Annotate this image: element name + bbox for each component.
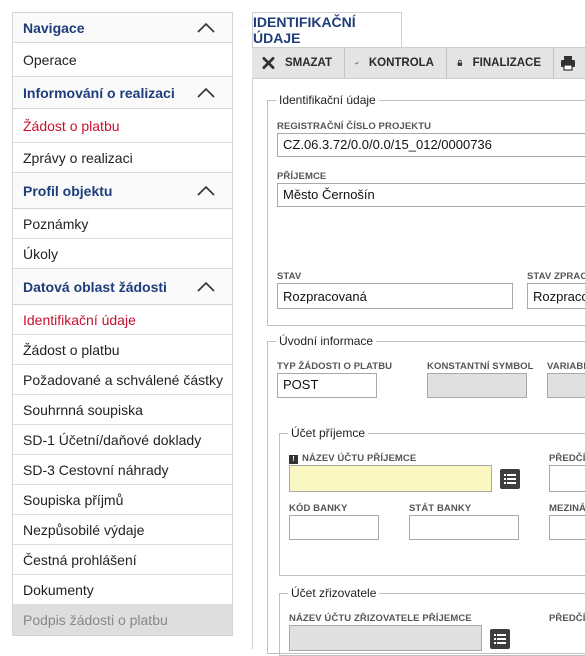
payment-type-label: TYP ŽÁDOSTI O PLATBU <box>277 361 393 372</box>
prefix-label: PŘEDČÍS <box>549 453 585 464</box>
sidebar-section-informovani[interactable]: Informování o realizaci <box>13 77 232 109</box>
checkmark-icon <box>355 61 359 65</box>
required-icon: ! <box>289 455 298 464</box>
sidebar-item-label: Úkoly <box>23 245 59 262</box>
sidebar-item-label: Zprávy o realizaci <box>23 149 133 166</box>
sidebar-item-label: Podpis žádosti o platbu <box>23 612 168 628</box>
international-field[interactable] <box>549 515 585 540</box>
sidebar-item-podpis-zadosti: Podpis žádosti o platbu <box>13 605 232 635</box>
variable-symbol-label: VARIABI <box>547 361 585 372</box>
list-picker-button[interactable] <box>490 629 510 649</box>
tab-label: IDENTIFIKAČNÍ ÚDAJE <box>253 14 356 46</box>
check-button-label: KONTROLA <box>368 57 434 69</box>
registration-number-label: REGISTRAČNÍ ČÍSLO PROJEKTU <box>277 121 432 132</box>
tab-identifikacni-udaje[interactable]: IDENTIFIKAČNÍ ÚDAJE <box>252 12 402 47</box>
founder-account-name-label: NÁZEV ÚČTU ZŘIZOVATELE PŘÍJEMCE <box>289 613 472 624</box>
variable-symbol-field[interactable] <box>547 373 585 398</box>
group-legend: Identifikační údaje <box>279 93 376 107</box>
sidebar-item-souhrnna-soupiska[interactable]: Souhrnná soupiska <box>13 395 232 425</box>
registration-number-field[interactable]: CZ.06.3.72/0.0/0.0/15_012/0000736 <box>277 133 585 157</box>
sidebar-section-title: Profil objektu <box>23 182 113 199</box>
sidebar-item-label: SD-1 Účetní/daňové doklady <box>23 431 202 448</box>
group-legend: Účet zřizovatele <box>291 586 377 600</box>
payment-type-field[interactable]: POST <box>277 373 377 398</box>
sidebar-item-poznamky[interactable]: Poznámky <box>13 209 232 239</box>
bank-code-field[interactable] <box>289 515 379 540</box>
sidebar-item-zpravy-o-realizaci[interactable]: Zprávy o realizaci <box>13 143 232 173</box>
check-button[interactable]: KONTROLA <box>345 48 447 78</box>
sidebar-item-soupiska-prijmu[interactable]: Soupiska příjmů <box>13 485 232 515</box>
sidebar-item-dokumenty[interactable]: Dokumenty <box>13 575 232 605</box>
bank-code-label: KÓD BANKY <box>289 503 348 514</box>
sidebar-item-zadost-o-platbu-data[interactable]: Žádost o platbu <box>13 335 232 365</box>
finalize-button-label: FINALIZACE <box>472 57 541 69</box>
sidebar-item-ukoly[interactable]: Úkoly <box>13 239 232 269</box>
founder-account-name-field[interactable] <box>289 625 482 651</box>
sidebar-item-sd1[interactable]: SD-1 Účetní/daňové doklady <box>13 425 232 455</box>
sidebar-section-datova-oblast[interactable]: Datová oblast žádosti <box>13 269 232 305</box>
close-icon <box>262 56 275 70</box>
sidebar-section-title: Navigace <box>23 19 85 36</box>
bank-state-field[interactable] <box>409 515 519 540</box>
sidebar-item-label: Požadované a schválené částky <box>23 371 224 388</box>
recipient-label: PŘÍJEMCE <box>277 171 327 182</box>
sidebar-item-label: Operace <box>23 51 77 68</box>
sidebar-item-operace[interactable]: Operace <box>13 43 232 77</box>
list-icon <box>494 634 506 644</box>
list-picker-button[interactable] <box>500 469 520 489</box>
prefix-field[interactable] <box>549 465 585 492</box>
chevron-up-icon[interactable] <box>196 184 216 198</box>
delete-button-label: SMAZAT <box>284 57 332 69</box>
sidebar-item-label: SD-3 Cestovní náhrady <box>23 461 169 478</box>
group-ucet-prijemce: Účet příjemce <box>279 426 585 576</box>
constant-symbol-label: KONSTANTNÍ SYMBOL <box>427 361 534 372</box>
chevron-up-icon[interactable] <box>196 280 216 294</box>
finalize-button[interactable]: FINALIZACE <box>447 48 554 78</box>
sidebar-section-title: Informování o realizaci <box>23 84 175 101</box>
sidebar-navigation: Navigace Operace Informování o realizaci… <box>12 12 233 636</box>
account-name-label-text: NÁZEV ÚČTU PŘÍJEMCE <box>302 453 417 464</box>
group-legend: Úvodní informace <box>279 334 374 348</box>
chevron-up-icon[interactable] <box>196 21 216 35</box>
toolbar: SMAZAT KONTROLA FINALIZACE <box>252 47 585 79</box>
group-legend: Účet příjemce <box>291 426 366 440</box>
sidebar-item-sd3[interactable]: SD-3 Cestovní náhrady <box>13 455 232 485</box>
print-button[interactable] <box>554 48 585 78</box>
delete-button[interactable]: SMAZAT <box>252 48 345 78</box>
constant-symbol-field[interactable] <box>427 373 527 398</box>
sidebar-item-label: Identifikační údaje <box>23 311 136 328</box>
chevron-up-icon[interactable] <box>196 86 216 100</box>
sidebar-section-navigace[interactable]: Navigace <box>13 13 232 43</box>
processing-state-field[interactable]: Rozpracov <box>527 283 585 309</box>
sidebar-item-label: Žádost o platbu <box>23 341 120 358</box>
sidebar-item-cestna-prohlaseni[interactable]: Čestná prohlášení <box>13 545 232 575</box>
sidebar-item-label: Poznámky <box>23 215 89 232</box>
sidebar-item-label: Žádost o platbu <box>23 117 120 134</box>
sidebar-item-label: Souhrnná soupiska <box>23 401 143 418</box>
founder-prefix-label: PŘEDČÍS <box>549 613 585 624</box>
account-name-label: ! NÁZEV ÚČTU PŘÍJEMCE <box>289 453 416 464</box>
sidebar-item-pozadovane-castky[interactable]: Požadované a schválené částky <box>13 365 232 395</box>
sidebar-item-label: Soupiska příjmů <box>23 491 124 508</box>
list-icon <box>504 474 516 484</box>
recipient-field[interactable]: Město Černošín <box>277 183 585 207</box>
account-name-field[interactable] <box>289 465 492 492</box>
sidebar-item-label: Nezpůsobilé výdaje <box>23 521 145 538</box>
state-label: STAV <box>277 271 302 282</box>
sidebar-item-identifikacni-udaje[interactable]: Identifikační údaje <box>13 305 232 335</box>
printer-icon <box>561 56 575 71</box>
bank-state-label: STÁT BANKY <box>409 503 472 514</box>
sidebar-item-label: Čestná prohlášení <box>23 551 137 568</box>
state-field[interactable]: Rozpracovaná <box>277 283 513 309</box>
international-label: MEZINÁ <box>549 503 585 514</box>
processing-state-label: STAV ZPRACO <box>527 271 585 282</box>
sidebar-section-profil-objektu[interactable]: Profil objektu <box>13 173 232 209</box>
lock-icon <box>457 59 463 66</box>
sidebar-item-zadost-o-platbu[interactable]: Žádost o platbu <box>13 109 232 143</box>
sidebar-section-title: Datová oblast žádosti <box>23 278 167 295</box>
sidebar-item-label: Dokumenty <box>23 581 94 598</box>
sidebar-item-nezpusobile-vydaje[interactable]: Nezpůsobilé výdaje <box>13 515 232 545</box>
